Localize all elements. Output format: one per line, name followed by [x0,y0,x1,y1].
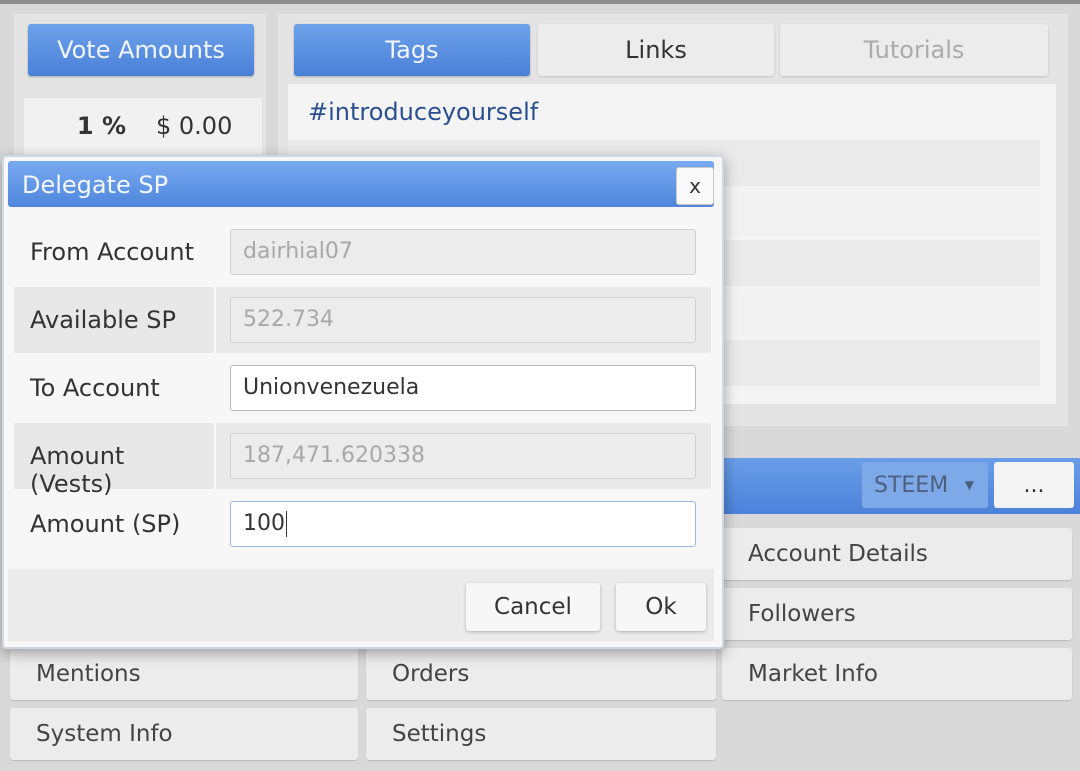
tab-tutorials-label: Tutorials [863,36,965,64]
form-row-amount-sp: Amount (SP) 100 [14,491,711,557]
dialog-footer: Cancel Ok [8,569,714,641]
available-sp-label: Available SP [30,306,176,334]
tab-links-label: Links [625,36,687,64]
tab-tags[interactable]: Tags [294,24,530,76]
field-input-cell: Unionvenezuela [216,355,711,421]
field-label-cell: Available SP [14,287,214,353]
menu-settings[interactable]: Settings [366,708,716,760]
vote-value: $ 0.00 [156,112,233,140]
field-input-cell: 100 [216,491,711,557]
menu-label: Orders [392,661,470,687]
field-input-cell: 187,471.620338 [216,423,711,489]
menu-label: Market Info [748,661,878,687]
to-account-label: To Account [30,374,160,402]
ok-button-label: Ok [645,594,677,620]
amount-vests-label: Amount (Vests) [30,442,125,498]
tab-vote-amounts[interactable]: Vote Amounts [28,24,254,76]
dialog-title: Delegate SP [22,171,169,199]
menu-label: Account Details [748,541,928,567]
form-row-to-account: To Account Unionvenezuela [14,355,711,421]
currency-select-value: STEEM [874,472,949,498]
tab-links[interactable]: Links [538,24,774,76]
available-sp-field[interactable]: 522.734 [230,297,696,343]
field-label-cell: To Account [14,355,214,421]
menu-label: System Info [36,721,173,747]
form-row-amount-vests: Amount (Vests) 187,471.620338 [14,423,711,498]
close-button[interactable]: x [676,167,714,205]
menu-followers[interactable]: Followers [722,588,1072,640]
tab-tutorials[interactable]: Tutorials [780,24,1048,76]
tag-row[interactable]: #introduceyourself [288,84,1040,130]
more-button-label: ... [1023,472,1045,498]
amount-vests-field[interactable]: 187,471.620338 [230,433,696,479]
form-row-available-sp: Available SP 522.734 [14,287,711,353]
dialog-header: Delegate SP x [8,161,714,207]
field-input-cell: dairhial07 [216,219,711,285]
menu-orders[interactable]: Orders [366,648,716,700]
cancel-button-label: Cancel [494,594,572,620]
menu-system-info[interactable]: System Info [10,708,358,760]
field-label-cell: Amount (SP) [14,491,214,557]
amount-sp-label: Amount (SP) [30,510,181,538]
vote-percent: 1 % [76,112,126,140]
caret-down-icon: ▼ [964,478,974,492]
tab-vote-amounts-label: Vote Amounts [57,36,225,64]
menu-label: Mentions [36,661,141,687]
vote-amount-row: 1 % $ 0.00 [24,98,262,154]
ok-button[interactable]: Ok [616,583,706,631]
more-button[interactable]: ... [994,462,1074,508]
amount-sp-field[interactable]: 100 [230,501,696,547]
from-account-label: From Account [30,238,194,266]
delegate-sp-dialog: Delegate SP x From Account dairhial07 Av… [2,155,724,649]
text-cursor [286,511,287,537]
menu-label: Settings [392,721,487,747]
form-row-from-account: From Account dairhial07 [14,219,711,285]
cancel-button[interactable]: Cancel [466,583,600,631]
from-account-field[interactable]: dairhial07 [230,229,696,275]
close-icon: x [689,174,701,198]
tag-link[interactable]: #introduceyourself [308,98,538,126]
field-label-cell: From Account [14,219,214,285]
field-label-cell: Amount (Vests) [14,423,214,498]
currency-select[interactable]: STEEM ▼ [862,462,988,508]
top-strip [0,0,1080,4]
menu-account-details[interactable]: Account Details [722,528,1072,580]
menu-market-info[interactable]: Market Info [722,648,1072,700]
to-account-field[interactable]: Unionvenezuela [230,365,696,411]
field-input-cell: 522.734 [216,287,711,353]
menu-label: Followers [748,601,856,627]
menu-mentions[interactable]: Mentions [10,648,358,700]
amount-sp-value: 100 [243,511,285,536]
tab-tags-label: Tags [385,36,439,64]
